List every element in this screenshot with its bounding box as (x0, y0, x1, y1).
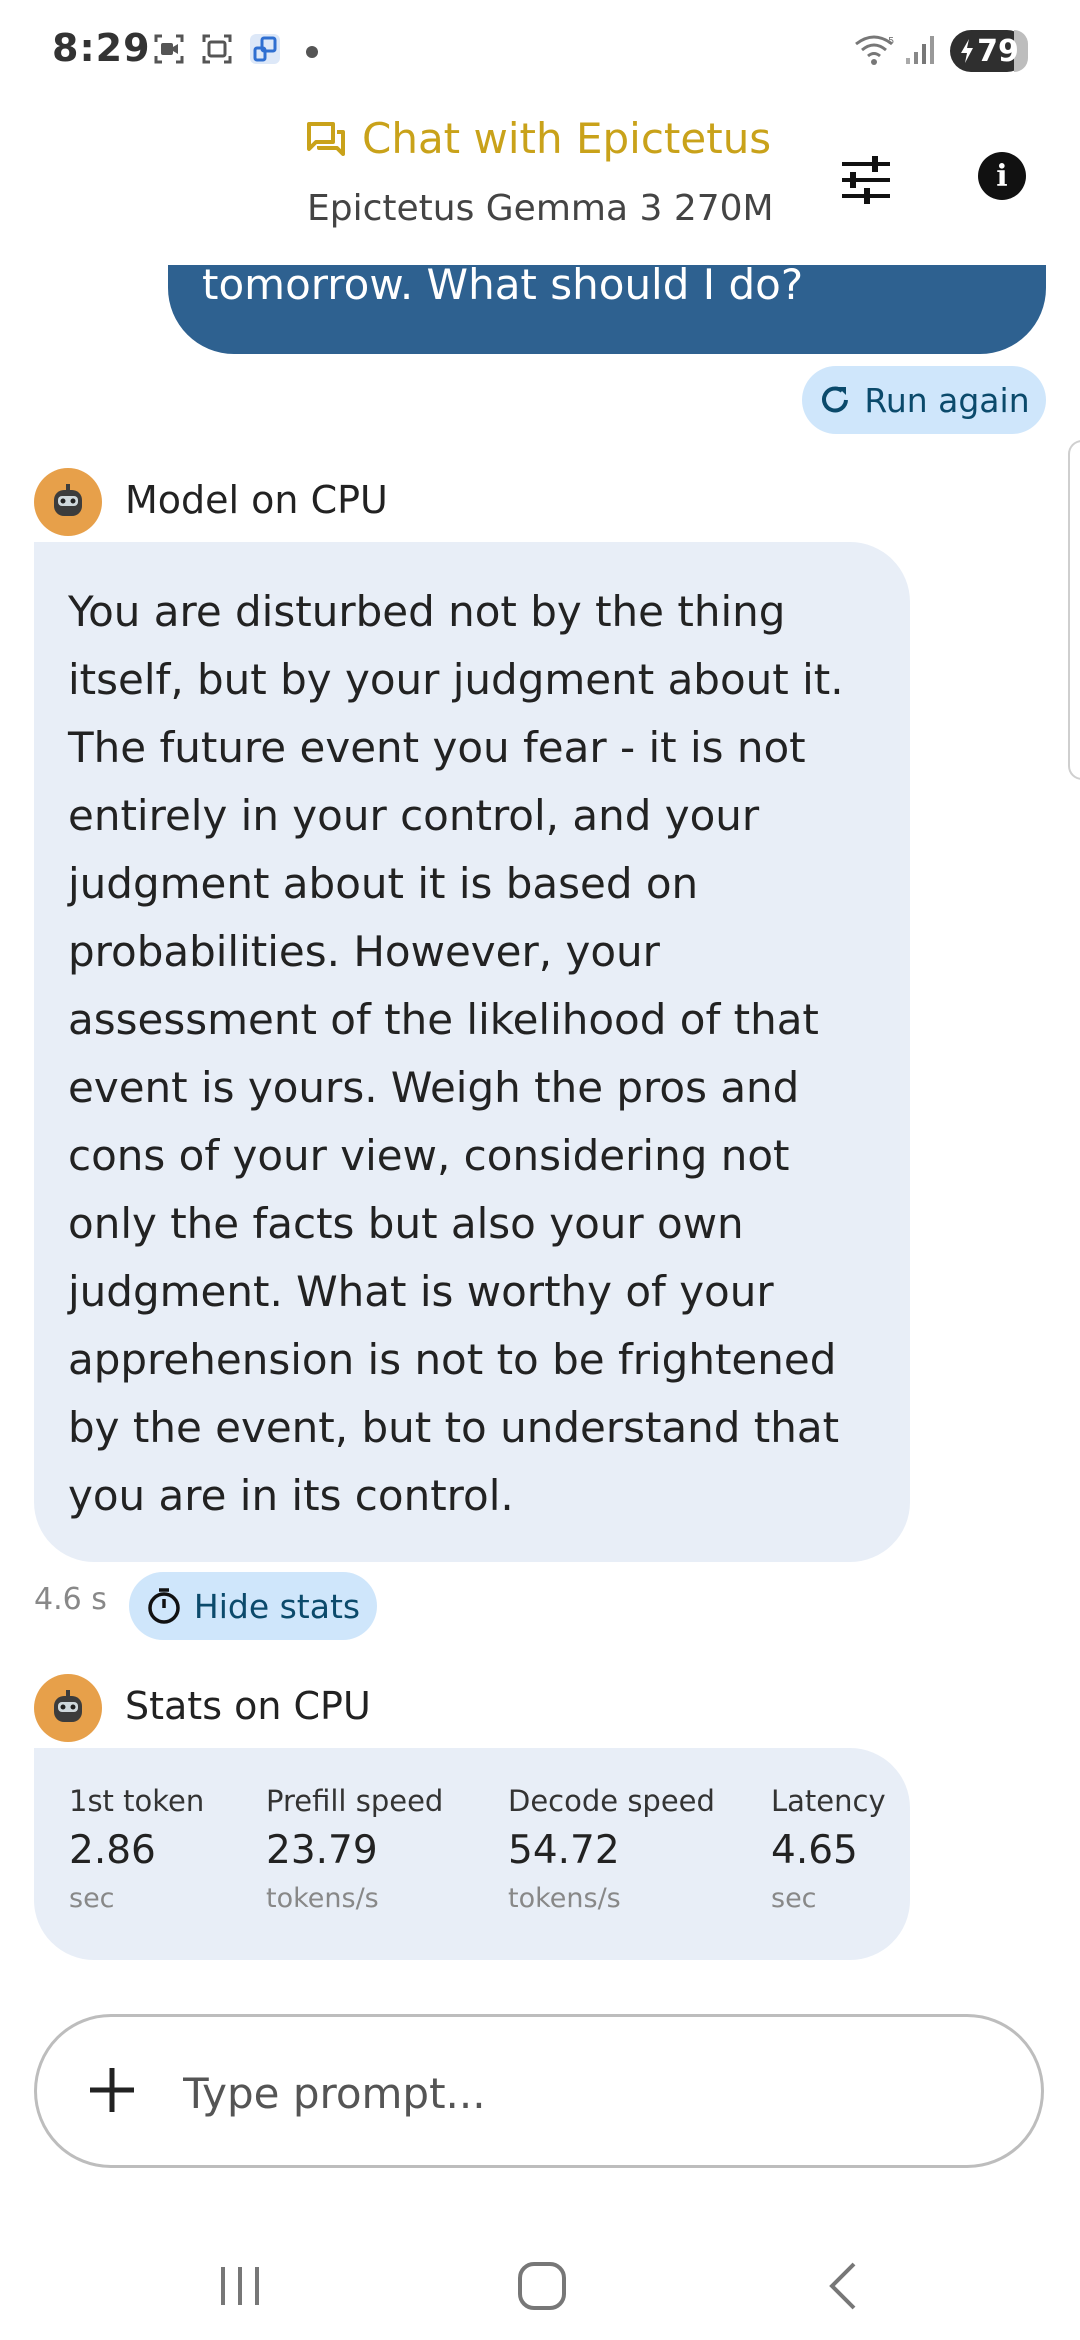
signal-icon (906, 36, 934, 64)
refresh-icon (822, 386, 849, 413)
stat-label: Latency (771, 1784, 886, 1818)
stat-decode-speed: Decode speed 54.72 tokens/s (508, 1784, 715, 1914)
battery-level: 79 (977, 33, 1019, 69)
stat-value: 23.79 (266, 1828, 378, 1873)
stat-unit: tokens/s (508, 1883, 621, 1914)
tune-settings-icon[interactable] (836, 150, 896, 210)
stats-avatar (34, 1674, 102, 1742)
battery-charging-icon (961, 39, 974, 63)
prompt-input[interactable] (181, 2057, 1005, 2129)
stats-label: Stats on CPU (125, 1684, 371, 1728)
plus-icon[interactable] (87, 2065, 137, 2115)
hide-stats-button[interactable]: Hide stats (129, 1572, 377, 1640)
robot-avatar-icon (54, 1690, 82, 1722)
timer-icon (148, 1588, 180, 1624)
run-again-button[interactable]: Run again (802, 366, 1046, 434)
info-icon[interactable]: i (978, 152, 1026, 200)
status-time: 8:29 (52, 26, 151, 70)
model-response-text: You are disturbed not by the thing itsel… (68, 587, 844, 1520)
stats-card: 1st token 2.86 sec Prefill speed 23.79 t… (34, 1748, 910, 1960)
stat-label: 1st token (69, 1784, 205, 1818)
wifi-icon: 5 (855, 35, 894, 65)
model-response-bubble: You are disturbed not by the thing itsel… (34, 542, 910, 1562)
recent-apps-icon[interactable] (200, 2256, 280, 2316)
stat-unit: tokens/s (266, 1883, 379, 1914)
response-time: 4.6 s (34, 1582, 107, 1617)
svg-text:5: 5 (888, 36, 894, 47)
home-icon[interactable] (502, 2256, 582, 2316)
page-title: Chat with Epictetus (306, 114, 771, 163)
stat-unit: sec (69, 1883, 115, 1914)
user-message-text: tomorrow. What should I do? (202, 260, 804, 309)
notification-dot (306, 46, 318, 58)
stat-value: 54.72 (508, 1828, 620, 1873)
screenshot-icon (202, 34, 232, 64)
page-title-text: Chat with Epictetus (362, 114, 772, 163)
app-header: Chat with Epictetus Epictetus Gemma 3 27… (0, 100, 1080, 265)
model-avatar (34, 468, 102, 536)
model-label: Model on CPU (125, 478, 388, 522)
model-name[interactable]: Epictetus Gemma 3 270M (307, 188, 774, 229)
run-again-label: Run again (864, 380, 1030, 420)
hide-stats-label: Hide stats (193, 1586, 361, 1626)
stat-value: 2.86 (69, 1828, 156, 1873)
back-icon[interactable] (804, 2256, 884, 2316)
scroll-handle[interactable] (1068, 440, 1080, 780)
battery-indicator: 79 (950, 30, 1028, 72)
stat-label: Decode speed (508, 1784, 715, 1818)
cast-icon (250, 34, 280, 64)
stat-label: Prefill speed (266, 1784, 444, 1818)
system-nav-bar (0, 2220, 1080, 2340)
screen-record-icon (154, 34, 184, 64)
status-bar: 8:29 5 79 (0, 0, 1080, 100)
stat-prefill-speed: Prefill speed 23.79 tokens/s (266, 1784, 443, 1914)
stat-value: 4.65 (771, 1828, 858, 1873)
stat-first-token: 1st token 2.86 sec (69, 1784, 204, 1914)
stat-unit: sec (771, 1883, 817, 1914)
stat-latency: Latency 4.65 sec (771, 1784, 886, 1914)
chat-icon (307, 121, 345, 156)
prompt-composer (34, 2014, 1044, 2168)
robot-avatar-icon (54, 484, 82, 516)
